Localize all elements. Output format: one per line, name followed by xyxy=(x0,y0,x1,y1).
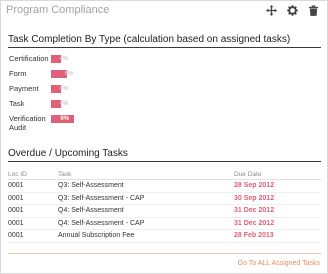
loc-id-cell: 0001 xyxy=(8,219,24,227)
section-divider xyxy=(8,47,321,48)
loc-id-cell: 0001 xyxy=(8,182,24,189)
table-row[interactable]: 0001 Annual Subscription Fee 28 Feb 2013 xyxy=(8,230,321,243)
program-compliance-widget: Program Compliance Task Completion By Ty… xyxy=(0,0,328,274)
table-row[interactable]: 0001 Q4: Self-Assessment 31 Dec 2012 xyxy=(8,205,321,218)
completion-percent-label: 4% xyxy=(59,86,69,92)
completion-percent-label: 9% xyxy=(60,116,70,122)
column-header-loc-id[interactable]: Loc ID xyxy=(8,171,27,178)
due-date-cell: 31 Dec 2012 xyxy=(234,207,275,214)
loc-id-cell: 0001 xyxy=(8,194,24,202)
gear-icon[interactable] xyxy=(287,5,298,16)
widget-toolbar xyxy=(266,5,319,16)
task-cell[interactable]: Q4: Self-Assessment xyxy=(58,207,124,214)
task-cell[interactable]: Q4: Self-Assessment - CAP xyxy=(58,220,144,227)
completion-row-label: Form xyxy=(9,69,27,78)
column-header-task[interactable]: Task xyxy=(58,171,71,178)
table-row[interactable]: 0001 Q3: Self-Assessment - CAP 30 Sep 20… xyxy=(8,193,321,205)
tasks-table: Loc ID Task Due Date 0001 Q3: Self-Asses… xyxy=(8,169,321,243)
loc-id-cell: 0001 xyxy=(8,232,24,239)
task-completion-heading: Task Completion By Type (calculation bas… xyxy=(8,34,291,45)
due-date-cell: 28 Feb 2013 xyxy=(234,232,274,239)
task-cell[interactable]: Q3: Self-Assessment - CAP xyxy=(58,195,144,202)
overdue-tasks-heading: Overdue / Upcoming Tasks xyxy=(8,148,128,159)
section-divider xyxy=(8,161,321,162)
table-row[interactable]: 0001 Q3: Self-Assessment 28 Sep 2012 xyxy=(8,180,321,193)
completion-row-label: Verification Audit xyxy=(9,114,46,132)
widget-title: Program Compliance xyxy=(6,4,110,16)
due-date-cell: 31 Dec 2012 xyxy=(234,219,275,227)
table-header: Loc ID Task Due Date xyxy=(8,169,321,180)
column-header-due-date[interactable]: Due Date xyxy=(234,171,261,178)
trash-icon[interactable] xyxy=(308,5,319,16)
move-icon[interactable] xyxy=(266,5,277,16)
completion-percent-label: 4% xyxy=(59,56,69,62)
completion-row-label: Certification xyxy=(9,54,49,63)
task-cell[interactable]: Annual Subscription Fee xyxy=(58,232,134,239)
completion-percent-label: 6% xyxy=(64,71,74,77)
completion-row-label: Payment xyxy=(9,84,39,93)
completion-percent-label: 4% xyxy=(59,101,69,107)
due-date-cell: 30 Sep 2012 xyxy=(234,194,275,202)
loc-id-cell: 0001 xyxy=(8,207,24,214)
table-row[interactable]: 0001 Q4: Self-Assessment - CAP 31 Dec 20… xyxy=(8,218,321,230)
completion-row-label: Task xyxy=(9,99,25,108)
all-assigned-tasks-link[interactable]: Go To ALL Assigned Tasks xyxy=(238,260,320,267)
footer-divider xyxy=(8,253,321,254)
due-date-cell: 28 Sep 2012 xyxy=(234,182,275,189)
task-cell[interactable]: Q3: Self-Assessment xyxy=(58,182,124,189)
widget-header: Program Compliance xyxy=(1,1,327,21)
